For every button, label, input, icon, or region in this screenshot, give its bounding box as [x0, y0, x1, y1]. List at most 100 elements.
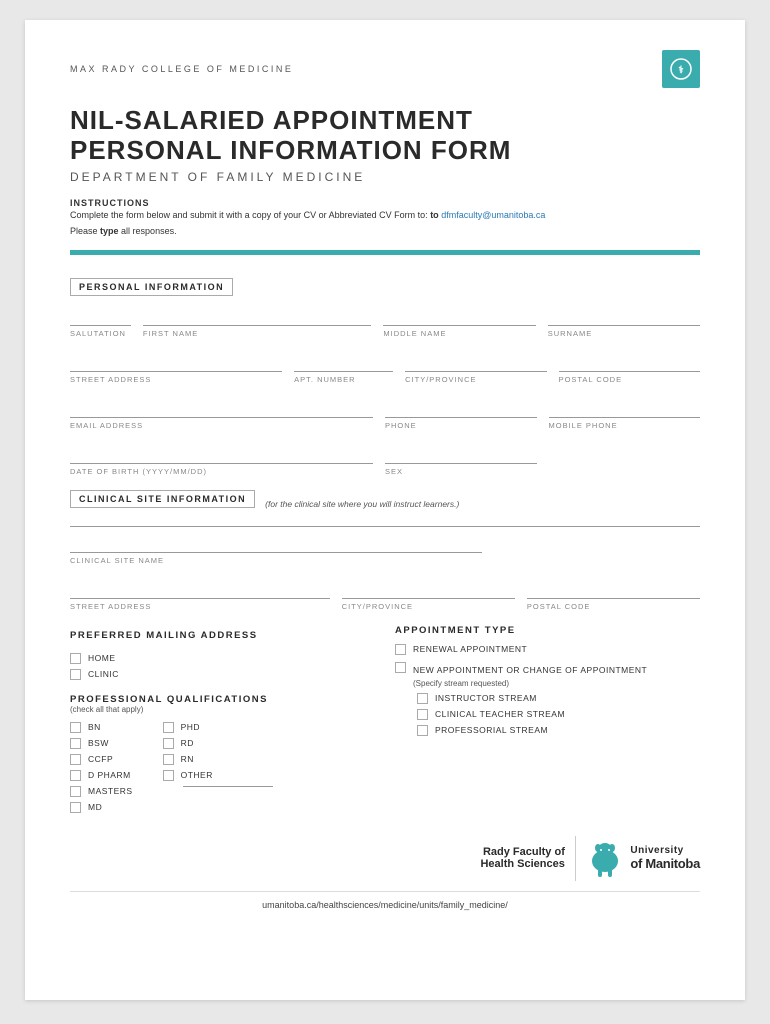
instructions-label: INSTRUCTIONS	[70, 198, 700, 208]
renewal-appt-item: RENEWAL APPOINTMENT	[395, 644, 700, 655]
middle-name-input[interactable]	[383, 306, 535, 326]
first-name-label: FIRST NAME	[143, 329, 371, 338]
rady-line2: Health Sciences	[480, 858, 564, 870]
footer-logos: Rady Faculty of Health Sciences Universi…	[70, 836, 700, 881]
surname-input[interactable]	[548, 306, 700, 326]
clinic-label: CLINIC	[88, 669, 119, 679]
sex-field: SEX	[385, 444, 537, 476]
qual-section: PROFESSIONAL QUALIFICATIONS (check all t…	[70, 694, 375, 818]
clinical-site-section: CLINICAL SITE INFORMATION (for the clini…	[70, 490, 700, 611]
renewal-checkbox[interactable]	[395, 644, 406, 655]
city-province-label: CITY/PROVINCE	[405, 375, 546, 384]
postal-code-field: POSTAL CODE	[559, 352, 700, 384]
name-row: SALUTATION FIRST NAME MIDDLE NAME SURNAM…	[70, 306, 700, 338]
street-address-input[interactable]	[70, 352, 282, 372]
phone-label: PHONE	[385, 421, 537, 430]
clinical-site-name-label: CLINICAL SITE NAME	[70, 556, 482, 565]
home-checkbox[interactable]	[70, 653, 81, 664]
clinical-site-name-input[interactable]	[70, 533, 482, 553]
clinical-teacher-checkbox[interactable]	[417, 709, 428, 720]
qual-checkbox[interactable]	[70, 738, 81, 749]
personal-info-section: PERSONAL INFORMATION SALUTATION FIRST NA…	[70, 277, 700, 476]
left-col: PREFERRED MAILING ADDRESS HOME CLINIC PR…	[70, 625, 375, 818]
city-province-input[interactable]	[405, 352, 546, 372]
email-input[interactable]	[70, 398, 373, 418]
first-name-input[interactable]	[143, 306, 371, 326]
email-label: EMAIL ADDRESS	[70, 421, 373, 430]
qual-item: D PHARM	[70, 770, 133, 781]
qual-item: MD	[70, 802, 133, 813]
clinical-city-field: CITY/PROVINCE	[342, 579, 515, 611]
qual-checkbox[interactable]	[163, 738, 174, 749]
mailing-clinic: CLINIC	[70, 669, 375, 680]
qual-checkbox[interactable]	[163, 770, 174, 781]
dob-label: DATE OF BIRTH (YYYY/MM/DD)	[70, 467, 373, 476]
qual-col1: BNBSWCCFPD PHARMMASTERSMD	[70, 722, 133, 818]
sex-label: SEX	[385, 467, 537, 476]
u-line1: University	[630, 845, 700, 856]
new-appt-checkbox[interactable]	[395, 662, 406, 673]
instructor-stream-checkbox[interactable]	[417, 693, 428, 704]
qual-col2: PHDRDRNOTHER	[163, 722, 273, 818]
apt-number-input[interactable]	[294, 352, 393, 372]
mobile-input[interactable]	[549, 398, 701, 418]
apt-number-label: APT. NUMBER	[294, 375, 393, 384]
logo-divider	[575, 836, 577, 881]
instructor-stream-item: INSTRUCTOR STREAM	[417, 693, 700, 704]
clinical-postal-label: POSTAL CODE	[527, 602, 700, 611]
sex-input[interactable]	[385, 444, 537, 464]
clinical-postal-input[interactable]	[527, 579, 700, 599]
header: MAX RADY COLLEGE OF MEDICINE ⚕	[70, 50, 700, 88]
home-label: HOME	[88, 653, 116, 663]
qual-checkbox[interactable]	[70, 754, 81, 765]
city-province-field: CITY/PROVINCE	[405, 352, 546, 384]
first-name-field: FIRST NAME	[143, 306, 371, 338]
qual-checkbox[interactable]	[163, 722, 174, 733]
personal-info-heading: PERSONAL INFORMATION	[70, 278, 233, 296]
salutation-input[interactable]	[70, 306, 131, 326]
qual-checkbox[interactable]	[163, 754, 174, 765]
teal-divider	[70, 250, 700, 255]
clinical-site-name-row: CLINICAL SITE NAME	[70, 533, 700, 565]
street-address-label: STREET ADDRESS	[70, 375, 282, 384]
umanitoba-logo: University of Manitoba	[586, 837, 700, 879]
dob-field: DATE OF BIRTH (YYYY/MM/DD)	[70, 444, 373, 476]
qual-checkbox[interactable]	[70, 722, 81, 733]
new-appt-item: NEW APPOINTMENT OR CHANGE OF APPOINTMENT…	[395, 660, 700, 736]
surname-field: SURNAME	[548, 306, 700, 338]
specify-text: (Specify stream requested)	[413, 679, 647, 688]
qual-item: PHD	[163, 722, 273, 733]
other-line	[183, 786, 273, 787]
dob-sex-row: DATE OF BIRTH (YYYY/MM/DD) SEX	[70, 444, 700, 476]
rady-line1: Rady Faculty of	[480, 846, 564, 858]
mailing-options: HOME CLINIC	[70, 653, 375, 680]
phone-input[interactable]	[385, 398, 537, 418]
clinical-street-field: STREET ADDRESS	[70, 579, 330, 611]
clinical-teacher-stream-item: CLINICAL TEACHER STREAM	[417, 709, 700, 720]
middle-name-label: MIDDLE NAME	[383, 329, 535, 338]
qual-checkbox[interactable]	[70, 770, 81, 781]
preferred-mailing-heading: PREFERRED MAILING ADDRESS	[70, 630, 258, 641]
dob-input[interactable]	[70, 444, 373, 464]
clinical-street-input[interactable]	[70, 579, 330, 599]
surname-label: SURNAME	[548, 329, 700, 338]
qual-checkbox[interactable]	[70, 786, 81, 797]
street-address-field: STREET ADDRESS	[70, 352, 282, 384]
professorial-stream-item: PROFESSORIAL STREAM	[417, 725, 700, 736]
professorial-checkbox[interactable]	[417, 725, 428, 736]
professorial-label: PROFESSORIAL STREAM	[435, 725, 548, 735]
new-appt-text-block: NEW APPOINTMENT OR CHANGE OF APPOINTMENT…	[413, 660, 647, 688]
college-name: MAX RADY COLLEGE OF MEDICINE	[70, 64, 293, 74]
clinical-city-label: CITY/PROVINCE	[342, 602, 515, 611]
footer-url: umanitoba.ca/healthsciences/medicine/uni…	[70, 891, 700, 910]
postal-code-input[interactable]	[559, 352, 700, 372]
qual-item: BSW	[70, 738, 133, 749]
clinic-checkbox[interactable]	[70, 669, 81, 680]
clinical-site-note: (for the clinical site where you will in…	[265, 499, 459, 509]
qual-sub: (check all that apply)	[70, 705, 375, 714]
svg-text:⚕: ⚕	[678, 65, 684, 76]
qual-checkbox[interactable]	[70, 802, 81, 813]
clinical-city-input[interactable]	[342, 579, 515, 599]
postal-code-label: POSTAL CODE	[559, 375, 700, 384]
mailing-home: HOME	[70, 653, 375, 664]
